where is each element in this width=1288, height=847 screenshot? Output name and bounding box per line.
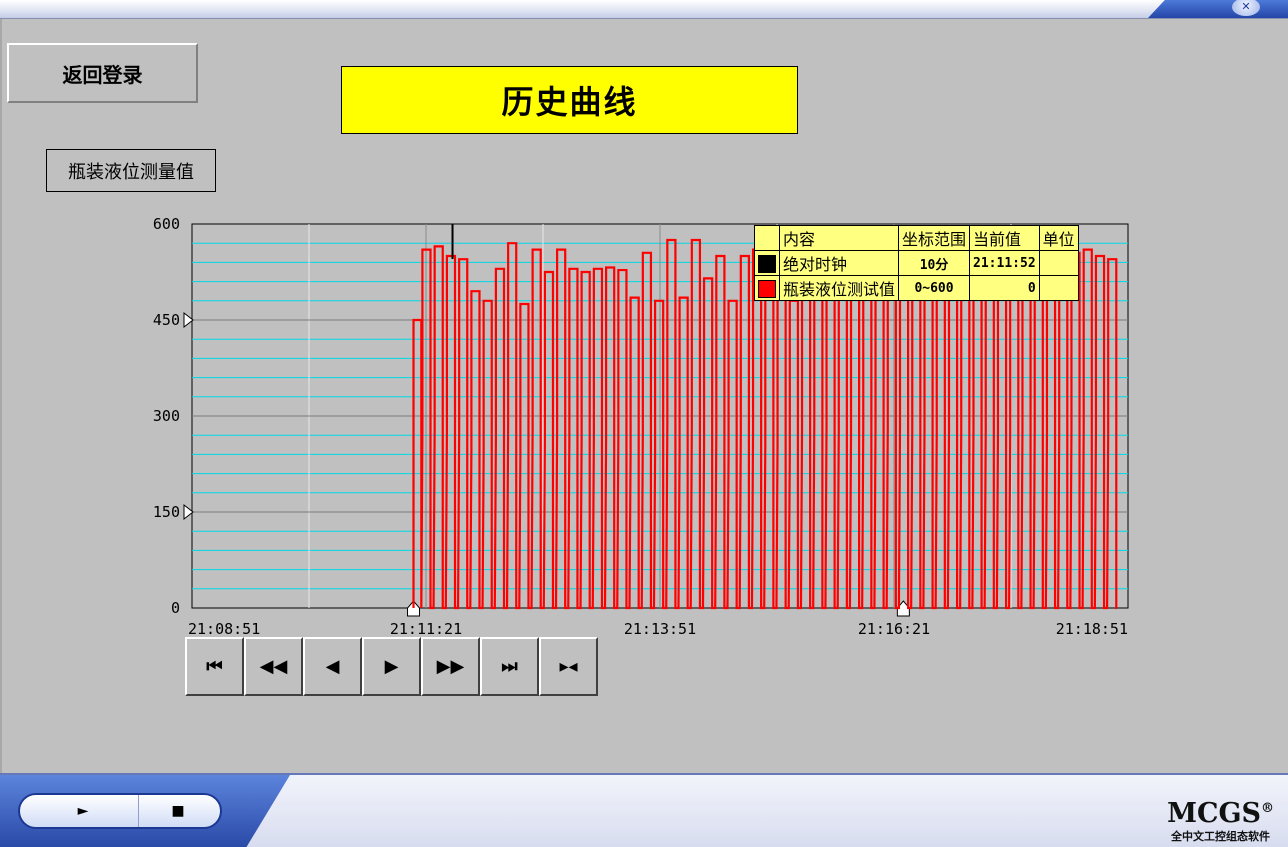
page-title: 历史曲线: [341, 66, 798, 134]
legend-header-blank: [754, 225, 780, 251]
legend-name: 瓶装液位测试值: [778, 275, 900, 301]
cursor-icon[interactable]: ▸◂: [539, 637, 598, 696]
legend-range: 0~600: [898, 275, 971, 301]
logo-main: MCGS®: [1167, 795, 1274, 828]
legend-header-unit: 单位: [1038, 225, 1079, 251]
mcgs-logo: MCGS® 全中文工控组态软件: [1167, 795, 1274, 844]
y-tick-label: 0: [171, 599, 180, 617]
legend-header-row: 内容 坐标范围 当前值 单位: [754, 225, 1079, 251]
return-login-button[interactable]: 返回登录: [7, 43, 198, 103]
y-tick-label: 450: [153, 311, 180, 329]
play-icon[interactable]: ►: [28, 795, 139, 827]
legend-swatch-black: [758, 254, 776, 273]
last-icon[interactable]: ⏭: [480, 637, 539, 696]
x-tick-label: 21:18:51: [1056, 620, 1128, 638]
bottom-bar: ► ■ MCGS® 全中文工控组态软件: [0, 773, 1288, 847]
legend-unit: [1038, 250, 1079, 276]
stop-icon[interactable]: ■: [138, 795, 218, 827]
y-tick-label: 300: [153, 407, 180, 425]
legend-swatch-red: [758, 279, 776, 298]
legend-swatch-cell: [754, 250, 780, 276]
legend-range: 10分: [898, 250, 971, 276]
legend-value: 0: [969, 275, 1040, 301]
legend-swatch-cell: [754, 275, 780, 301]
history-navigation: ⏮ ◀◀ ◀ ▶ ▶▶ ⏭ ▸◂: [185, 637, 598, 696]
back-icon[interactable]: ◀: [303, 637, 362, 696]
x-tick-label: 21:16:21: [858, 620, 930, 638]
window-title-bar: ✕: [0, 0, 1288, 19]
fast-back-icon[interactable]: ◀◀: [244, 637, 303, 696]
chart-legend: 内容 坐标范围 当前值 单位 绝对时钟 10分 21:11:52 瓶装液位测试值…: [754, 225, 1079, 301]
run-control: ► ■: [18, 793, 222, 829]
forward-icon[interactable]: ▶: [362, 637, 421, 696]
logo-subtitle: 全中文工控组态软件: [1171, 830, 1271, 843]
legend-row-level: 瓶装液位测试值 0~600 0: [754, 275, 1079, 301]
y-tick-label: 600: [153, 215, 180, 233]
data-label: 瓶装液位测量值: [46, 149, 216, 192]
legend-name: 绝对时钟: [778, 250, 900, 276]
x-tick-label: 21:13:51: [624, 620, 696, 638]
logo-registered: ®: [1261, 801, 1274, 816]
legend-value: 21:11:52: [969, 250, 1040, 276]
fast-forward-icon[interactable]: ▶▶: [421, 637, 480, 696]
logo-text: MCGS: [1167, 798, 1261, 829]
legend-header-range: 坐标范围: [898, 225, 971, 251]
legend-header-current: 当前值: [969, 225, 1040, 251]
first-icon[interactable]: ⏮: [185, 637, 244, 696]
title-bar-accent: [1148, 0, 1288, 18]
legend-header-content: 内容: [778, 225, 900, 251]
legend-unit: [1038, 275, 1079, 301]
legend-row-clock: 绝对时钟 10分 21:11:52: [754, 250, 1079, 276]
x-tick-label: 21:08:51: [188, 620, 260, 638]
y-tick-label: 150: [153, 503, 180, 521]
x-tick-label: 21:11:21: [390, 620, 462, 638]
